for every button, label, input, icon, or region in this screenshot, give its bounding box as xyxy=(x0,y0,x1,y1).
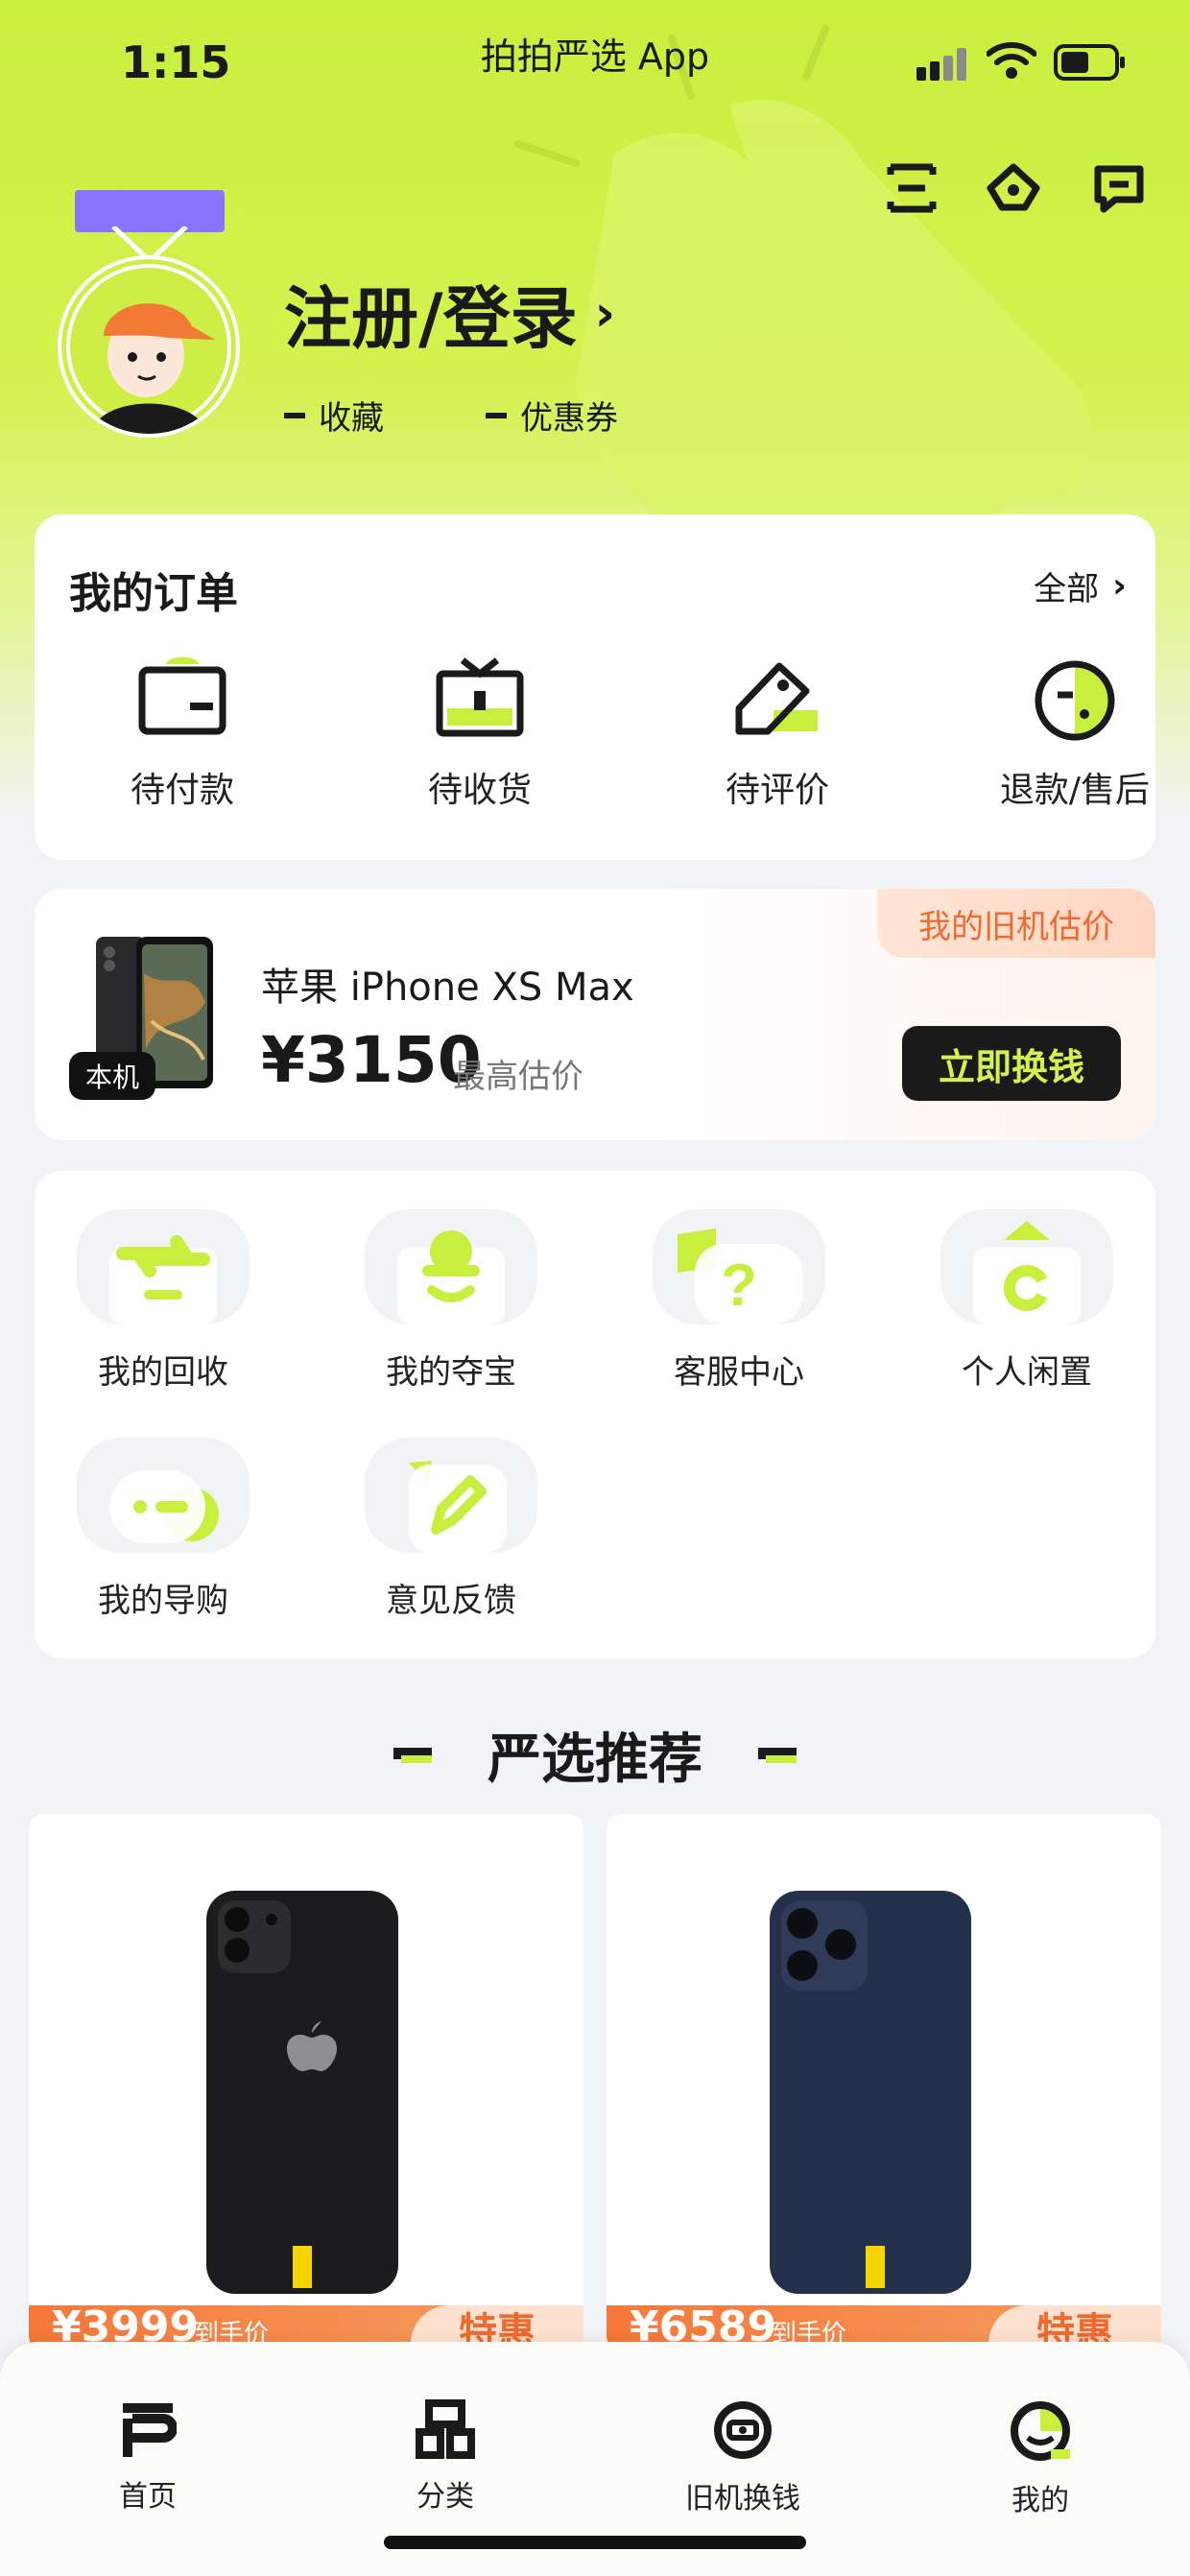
tv-box-icon xyxy=(436,657,524,737)
order-label: 待付款 xyxy=(130,771,234,810)
scan-icon[interactable] xyxy=(885,161,939,215)
avatar[interactable] xyxy=(56,188,244,438)
tab-label: 分类 xyxy=(416,2480,474,2514)
service-feedback[interactable]: 意见反馈 xyxy=(355,1438,547,1621)
service-label: 个人闲置 xyxy=(962,1353,1092,1392)
coupons-link[interactable]: 优惠券 xyxy=(486,392,618,439)
trade-in-price: ¥3150 xyxy=(261,1023,482,1097)
login-label: 注册/登录 xyxy=(284,279,578,358)
service-label: 我的夺宝 xyxy=(386,1353,516,1392)
recommend-title-row: 严选推荐 xyxy=(0,1716,1190,1794)
battery-icon xyxy=(1054,44,1125,81)
order-pending-payment[interactable]: 待付款 xyxy=(77,656,288,812)
order-pending-receipt[interactable]: 待收货 xyxy=(374,656,585,812)
refund-icon xyxy=(1035,660,1115,741)
trade-in-tag: 我的旧机估价 xyxy=(877,889,1155,958)
order-label: 退款/售后 xyxy=(999,771,1151,810)
service-customer-center[interactable]: ? 客服中心 xyxy=(643,1209,835,1393)
services-card: 我的回收 我的夺宝 ? 客服中心 个人闲置 我的导购 意见反馈 xyxy=(35,1171,1155,1658)
wifi-icon xyxy=(987,42,1036,79)
tab-category[interactable]: 分类 xyxy=(359,2399,532,2515)
recommend-title: 严选推荐 xyxy=(488,1729,702,1791)
tab-label: 首页 xyxy=(119,2480,177,2514)
service-label: 客服中心 xyxy=(674,1353,804,1392)
cellular-signal-icon xyxy=(916,48,966,81)
chevron-right-icon: › xyxy=(1112,566,1127,606)
service-recycle[interactable]: 我的回收 xyxy=(67,1209,259,1393)
trade-in-price-label: 最高估价 xyxy=(453,1058,583,1096)
order-label: 待评价 xyxy=(725,771,829,810)
order-label: 待收货 xyxy=(427,771,532,810)
product-image xyxy=(206,1891,398,2294)
guide-icon xyxy=(77,1438,250,1553)
trade-in-card[interactable]: 我的旧机估价 本机 苹果 iPhone XS Max ¥3150 最高估价 立即… xyxy=(35,889,1155,1140)
this-device-badge: 本机 xyxy=(69,1052,155,1100)
wallet-icon xyxy=(138,656,226,735)
tag-pen-icon xyxy=(735,662,818,735)
tab-home[interactable]: 首页 xyxy=(61,2399,234,2515)
trade-in-button[interactable]: 立即换钱 xyxy=(902,1026,1121,1101)
product-card[interactable]: ¥6589 到手价 特惠 xyxy=(607,1814,1161,2351)
product-card[interactable]: ¥3999 到手价 特惠 xyxy=(29,1814,583,2351)
idle-icon xyxy=(940,1209,1113,1324)
orders-all-link[interactable]: 全部 › xyxy=(1034,562,1127,609)
title-decoration xyxy=(758,1747,797,1763)
message-icon[interactable] xyxy=(1092,161,1146,215)
order-refund[interactable]: 退款/售后 xyxy=(969,656,1180,812)
recycle-icon xyxy=(77,1209,250,1324)
product-image xyxy=(770,1891,971,2294)
coupons-label: 优惠券 xyxy=(520,399,618,438)
service-icon[interactable] xyxy=(987,161,1040,215)
orders-all-label: 全部 xyxy=(1034,570,1100,608)
dash-icon xyxy=(284,412,305,418)
feedback-icon xyxy=(365,1438,537,1553)
trade-in-model: 苹果 iPhone XS Max xyxy=(261,966,634,1010)
order-pending-review[interactable]: 待评价 xyxy=(672,656,883,812)
status-bar: 1:15 拍拍严选 App xyxy=(0,0,1190,115)
service-treasure[interactable]: 我的夺宝 xyxy=(355,1209,547,1393)
service-idle[interactable]: 个人闲置 xyxy=(931,1209,1123,1393)
avatar-image xyxy=(58,255,240,438)
treasure-icon xyxy=(365,1209,537,1324)
trade-in-icon xyxy=(714,2401,772,2459)
favorites-link[interactable]: 收藏 xyxy=(284,392,384,439)
chevron-right-icon: › xyxy=(594,284,616,343)
orders-title: 我的订单 xyxy=(69,569,238,618)
profile-icon xyxy=(1011,2401,1070,2461)
home-indicator xyxy=(384,2536,806,2549)
orders-card: 我的订单 全部 › 待付款 待收货 待评价 退款/售后 xyxy=(35,514,1155,860)
home-icon xyxy=(123,2403,177,2457)
tab-label: 旧机换钱 xyxy=(685,2482,800,2516)
dash-icon xyxy=(486,412,507,418)
service-guide[interactable]: 我的导购 xyxy=(67,1438,259,1621)
tab-trade-in[interactable]: 旧机换钱 xyxy=(656,2399,829,2516)
help-icon: ? xyxy=(653,1209,825,1324)
category-icon xyxy=(416,2399,475,2459)
service-label: 我的回收 xyxy=(98,1353,228,1392)
tab-label: 我的 xyxy=(1012,2484,1069,2517)
favorites-label: 收藏 xyxy=(319,399,384,438)
login-link[interactable]: 注册/登录 › xyxy=(284,265,615,362)
tab-profile[interactable]: 我的 xyxy=(954,2399,1127,2518)
service-label: 意见反馈 xyxy=(386,1582,516,1620)
service-label: 我的导购 xyxy=(98,1582,228,1620)
title-decoration xyxy=(393,1747,432,1763)
svg-text:?: ? xyxy=(721,1252,757,1319)
